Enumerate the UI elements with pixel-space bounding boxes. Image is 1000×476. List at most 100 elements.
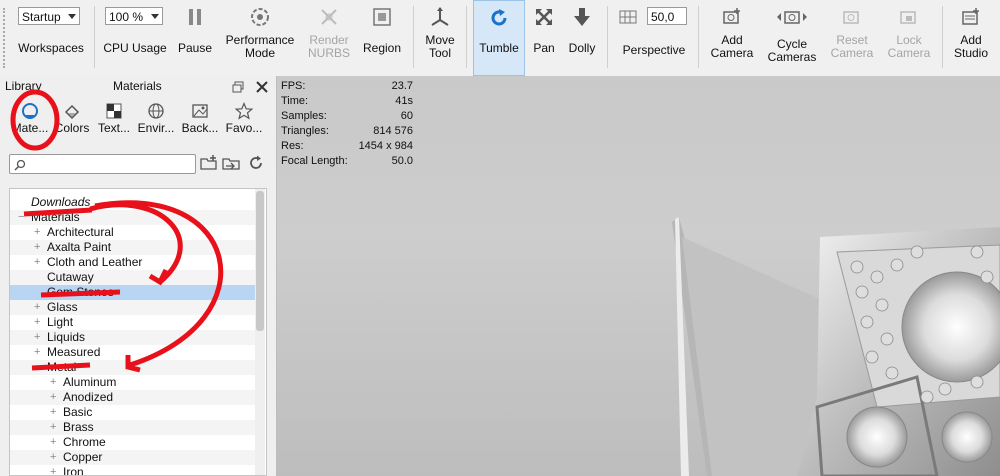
add-studio-line1: Add — [960, 33, 982, 47]
library-search-input[interactable] — [9, 154, 196, 174]
close-icon[interactable] — [256, 79, 268, 93]
cycle-cameras-icon — [764, 6, 820, 28]
toolbar-divider — [466, 6, 467, 68]
tree-item-iron[interactable]: + Iron — [10, 465, 256, 475]
expand-icon[interactable]: + — [50, 405, 60, 420]
toolbar-grip[interactable] — [3, 8, 7, 68]
tree-item-label: Materials — [31, 210, 80, 224]
tree-item-basic[interactable]: + Basic — [10, 405, 256, 420]
move-tool-icon — [418, 6, 462, 28]
expand-icon[interactable]: + — [50, 465, 60, 475]
lock-camera-button[interactable]: Lock Camera — [881, 0, 937, 76]
tab-textures[interactable]: Text... — [93, 98, 135, 138]
expand-icon[interactable]: + — [50, 450, 60, 465]
tree-item-label: Measured — [47, 345, 101, 359]
tree-item-downloads[interactable]: Downloads — [10, 195, 256, 210]
lock-camera-icon — [881, 6, 937, 28]
toolbar-divider — [413, 6, 414, 68]
stat-value: 814 576 — [373, 125, 413, 137]
render-nurbs-button[interactable]: Render NURBS — [301, 0, 357, 76]
pan-button[interactable]: Pan — [528, 0, 560, 76]
tree-item-materials[interactable]: − Materials — [10, 210, 256, 225]
pan-arrows-icon — [528, 6, 560, 28]
add-camera-icon — [704, 6, 760, 28]
workspaces-button[interactable]: Workspaces — [10, 0, 92, 76]
tree-item-label: Light — [47, 315, 74, 329]
collapse-icon[interactable]: − — [18, 210, 28, 225]
reset-camera-icon — [824, 6, 880, 28]
tab-backplates[interactable]: Back... — [179, 98, 221, 138]
cpu-usage-button[interactable]: CPU Usage — [100, 0, 170, 76]
stat-value: 1454 x 984 — [358, 140, 413, 152]
import-folder-icon[interactable] — [222, 154, 242, 177]
main-toolbar: Startup Workspaces 100 % CPU Usage Pause… — [0, 0, 1000, 77]
tree-item-architectural[interactable]: + Architectural — [10, 225, 256, 240]
cycle-cameras-button[interactable]: Cycle Cameras — [764, 0, 820, 76]
tab-label: Back... — [181, 122, 219, 134]
tree-item-cloth-and-leather[interactable]: + Cloth and Leather — [10, 255, 256, 270]
expand-icon[interactable]: + — [50, 375, 60, 390]
cycle-line1: Cycle — [776, 37, 807, 51]
pause-button[interactable]: Pause — [172, 0, 218, 76]
tree-item-brass[interactable]: + Brass — [10, 420, 256, 435]
add-camera-line1: Add — [721, 33, 743, 47]
workspaces-label: Workspaces — [18, 41, 84, 55]
add-studio-button[interactable]: Add Studio — [946, 0, 996, 76]
add-folder-icon[interactable] — [200, 154, 218, 177]
library-title: Library — [5, 79, 42, 93]
dolly-button[interactable]: Dolly — [563, 0, 601, 76]
performance-mode-button[interactable]: Performance Mode — [222, 0, 298, 76]
tree-item-axalta-paint[interactable]: + Axalta Paint — [10, 240, 256, 255]
tab-label: Colors — [54, 122, 90, 134]
dolly-label: Dolly — [568, 41, 596, 55]
tree-item-liquids[interactable]: + Liquids — [10, 330, 256, 345]
tree-item-gem-stones[interactable]: Gem Stones — [10, 285, 256, 300]
tab-materials[interactable]: Mate... — [9, 98, 51, 138]
expand-icon[interactable]: + — [34, 255, 44, 270]
expand-icon[interactable]: + — [34, 315, 44, 330]
library-tree[interactable]: Downloads − Materials + Architectural + Axalta… — [9, 188, 267, 476]
scrollbar-thumb[interactable] — [256, 191, 264, 331]
tab-label: Mate... — [11, 122, 49, 134]
expand-icon[interactable]: + — [50, 420, 60, 435]
tree-item-light[interactable]: + Light — [10, 315, 256, 330]
pan-label: Pan — [533, 41, 555, 55]
tree-item-aluminum[interactable]: + Aluminum — [10, 375, 256, 390]
toolbar-divider — [94, 6, 95, 68]
tree-item-metal[interactable]: − Metal — [10, 360, 256, 375]
stat-row: Time: 41s — [281, 94, 413, 109]
tab-favorites[interactable]: Favo... — [223, 98, 265, 138]
performance-label-line1: Performance — [225, 33, 295, 47]
expand-icon[interactable]: + — [34, 330, 44, 345]
tree-item-cutaway[interactable]: Cutaway — [10, 270, 256, 285]
tree-item-measured[interactable]: + Measured — [10, 345, 256, 360]
tab-environments[interactable]: Envir... — [135, 98, 177, 138]
refresh-icon[interactable] — [248, 155, 264, 176]
tree-item-copper[interactable]: + Copper — [10, 450, 256, 465]
move-label-line1: Move — [425, 33, 455, 47]
region-button[interactable]: Region — [359, 0, 405, 76]
expand-icon[interactable]: + — [34, 240, 44, 255]
expand-icon[interactable]: + — [50, 390, 60, 405]
tree-item-anodized[interactable]: + Anodized — [10, 390, 256, 405]
tree-scrollbar[interactable] — [255, 189, 265, 475]
add-camera-button[interactable]: Add Camera — [704, 0, 760, 76]
stat-row: FPS: 23.7 — [281, 79, 413, 94]
add-studio-icon — [946, 6, 996, 28]
move-tool-button[interactable]: Move Tool — [418, 0, 462, 76]
perspective-button[interactable]: Perspective — [614, 0, 694, 76]
3d-viewport[interactable]: FPS: 23.7 Time: 41s Samples: 60 Triangles: 814 … — [277, 77, 1000, 476]
tumble-button[interactable]: Tumble — [473, 0, 525, 76]
reset-line1: Reset — [836, 33, 868, 47]
tree-item-chrome[interactable]: + Chrome — [10, 435, 256, 450]
expand-icon[interactable]: + — [34, 300, 44, 315]
tree-item-glass[interactable]: + Glass — [10, 300, 256, 315]
expand-icon[interactable]: + — [34, 345, 44, 360]
collapse-icon[interactable]: − — [34, 360, 44, 375]
stat-key: Res: — [281, 140, 304, 152]
tab-colors[interactable]: Colors — [51, 98, 93, 138]
undock-panel-icon[interactable] — [232, 79, 244, 93]
reset-camera-button[interactable]: Reset Camera — [824, 0, 880, 76]
expand-icon[interactable]: + — [34, 225, 44, 240]
expand-icon[interactable]: + — [50, 435, 60, 450]
